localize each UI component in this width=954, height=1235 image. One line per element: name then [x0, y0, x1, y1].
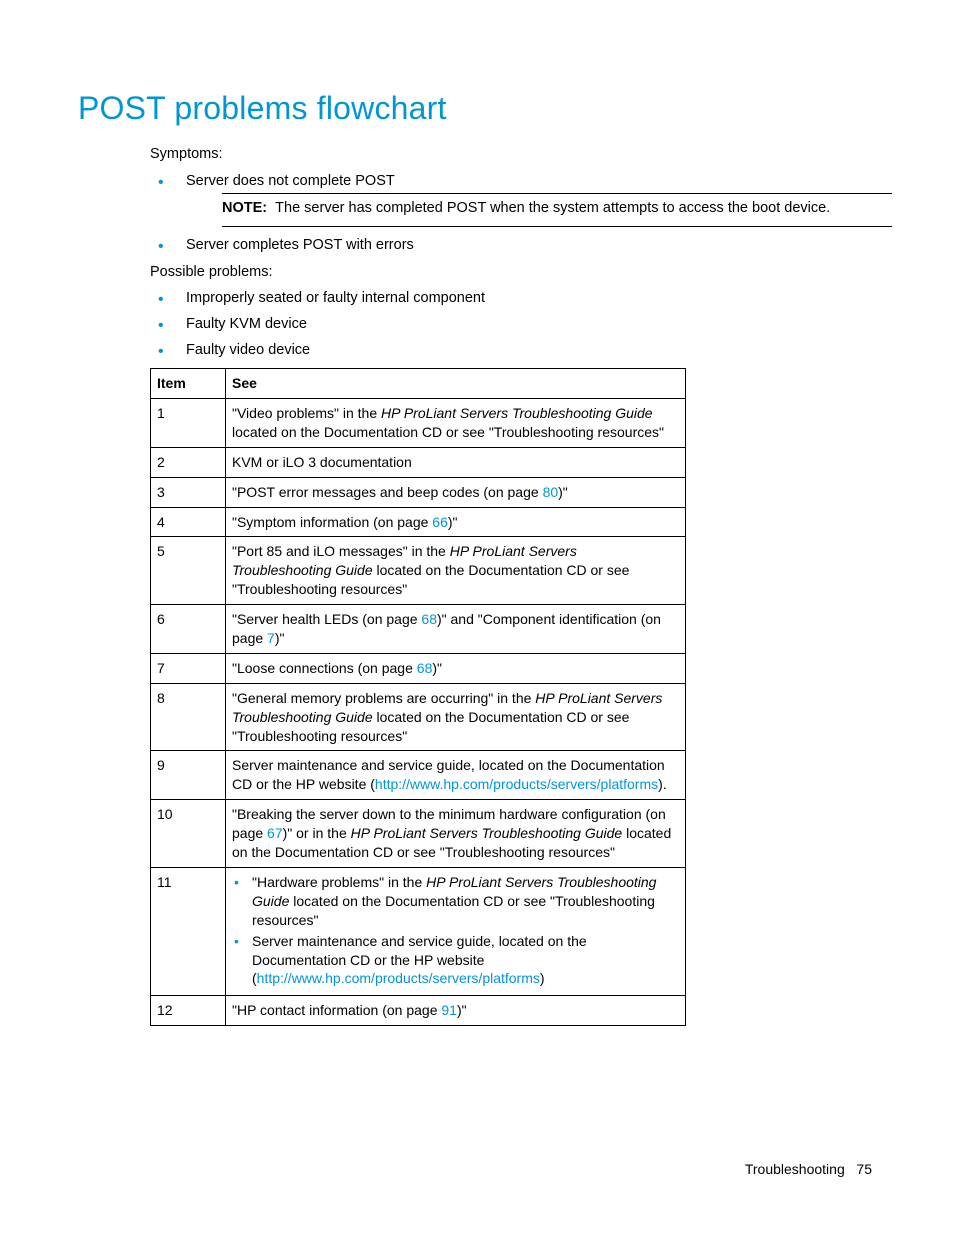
- possible-problems-label: Possible problems:: [150, 263, 876, 283]
- item-cell: 4: [151, 507, 226, 537]
- note-text: The server has completed POST when the s…: [275, 200, 830, 216]
- item-cell: 11: [151, 867, 226, 995]
- see-cell: KVM or iLO 3 documentation: [226, 447, 686, 477]
- table-row: 10 "Breaking the server down to the mini…: [151, 800, 686, 868]
- see-cell: "Breaking the server down to the minimum…: [226, 800, 686, 868]
- see-cell: "HP contact information (on page 91)": [226, 996, 686, 1026]
- table-row: 6 "Server health LEDs (on page 68)" and …: [151, 605, 686, 654]
- page-link[interactable]: 68: [421, 611, 437, 627]
- item-cell: 12: [151, 996, 226, 1026]
- see-cell: "Symptom information (on page 66)": [226, 507, 686, 537]
- see-cell: "General memory problems are occurring" …: [226, 683, 686, 751]
- symptom-text: Server does not complete POST: [186, 173, 395, 189]
- page-heading: POST problems flowchart: [78, 90, 876, 127]
- table-row: 12 "HP contact information (on page 91)": [151, 996, 686, 1026]
- see-cell: "Hardware problems" in the HP ProLiant S…: [226, 867, 686, 995]
- table-row: 8 "General memory problems are occurring…: [151, 683, 686, 751]
- note-label: NOTE:: [222, 200, 267, 216]
- item-cell: 2: [151, 447, 226, 477]
- see-cell: Server maintenance and service guide, lo…: [226, 751, 686, 800]
- page-link[interactable]: 68: [417, 660, 433, 676]
- item-cell: 7: [151, 653, 226, 683]
- item-cell: 1: [151, 399, 226, 448]
- see-cell: "POST error messages and beep codes (on …: [226, 477, 686, 507]
- page-link[interactable]: 91: [441, 1002, 457, 1018]
- page-footer: Troubleshooting 75: [745, 1161, 872, 1177]
- note-block: NOTE: The server has completed POST when…: [222, 193, 892, 227]
- symptom-item: Server does not complete POST NOTE: The …: [150, 173, 876, 227]
- list-item: Server maintenance and service guide, lo…: [232, 932, 679, 989]
- see-cell: "Server health LEDs (on page 68)" and "C…: [226, 605, 686, 654]
- possible-item: Faulty video device: [150, 342, 876, 358]
- list-item: "Hardware problems" in the HP ProLiant S…: [232, 873, 679, 930]
- see-cell: "Port 85 and iLO messages" in the HP Pro…: [226, 537, 686, 605]
- table-header-item: Item: [151, 369, 226, 399]
- footer-page-number: 75: [856, 1161, 872, 1177]
- item-cell: 9: [151, 751, 226, 800]
- possible-item: Faulty KVM device: [150, 316, 876, 332]
- table-row: 7 "Loose connections (on page 68)": [151, 653, 686, 683]
- web-link[interactable]: http://www.hp.com/products/servers/platf…: [257, 970, 540, 986]
- item-cell: 10: [151, 800, 226, 868]
- symptom-item: Server completes POST with errors: [150, 237, 876, 253]
- web-link[interactable]: http://www.hp.com/products/servers/platf…: [375, 776, 658, 792]
- table-row: 11 "Hardware problems" in the HP ProLian…: [151, 867, 686, 995]
- item-cell: 3: [151, 477, 226, 507]
- table-row: 9 Server maintenance and service guide, …: [151, 751, 686, 800]
- table-header-see: See: [226, 369, 686, 399]
- possible-item: Improperly seated or faulty internal com…: [150, 290, 876, 306]
- see-cell: "Video problems" in the HP ProLiant Serv…: [226, 399, 686, 448]
- table-row: 2 KVM or iLO 3 documentation: [151, 447, 686, 477]
- see-cell: "Loose connections (on page 68)": [226, 653, 686, 683]
- table-row: 4 "Symptom information (on page 66)": [151, 507, 686, 537]
- symptoms-label: Symptoms:: [150, 145, 876, 165]
- table-row: 1 "Video problems" in the HP ProLiant Se…: [151, 399, 686, 448]
- page-link[interactable]: 67: [267, 825, 283, 841]
- reference-table: Item See 1 "Video problems" in the HP Pr…: [150, 368, 686, 1026]
- page-link[interactable]: 66: [432, 514, 448, 530]
- page-link[interactable]: 80: [543, 484, 559, 500]
- page-link[interactable]: 7: [267, 630, 275, 646]
- item-cell: 5: [151, 537, 226, 605]
- footer-section: Troubleshooting: [745, 1161, 845, 1177]
- table-row: 3 "POST error messages and beep codes (o…: [151, 477, 686, 507]
- table-row: 5 "Port 85 and iLO messages" in the HP P…: [151, 537, 686, 605]
- item-cell: 6: [151, 605, 226, 654]
- item-cell: 8: [151, 683, 226, 751]
